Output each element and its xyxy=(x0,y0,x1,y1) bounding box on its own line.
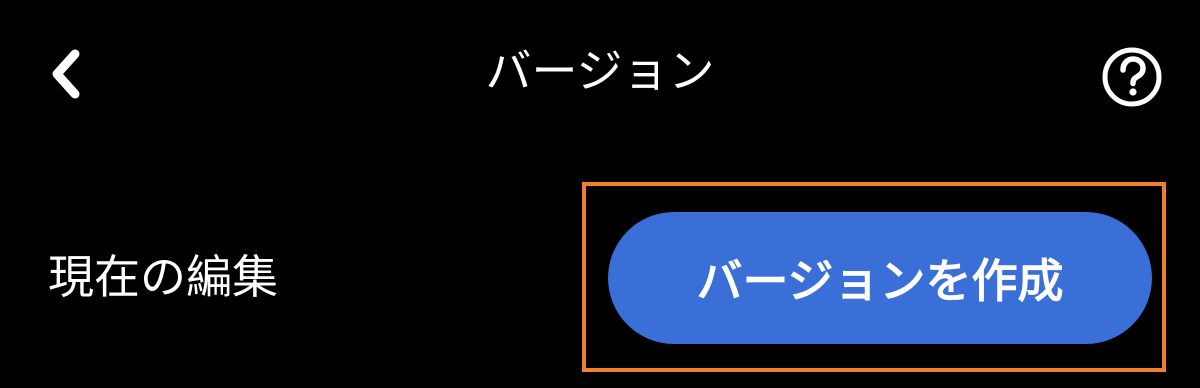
create-version-button[interactable]: バージョンを作成 xyxy=(608,212,1152,344)
help-button[interactable] xyxy=(1100,45,1164,109)
top-bar: バージョン xyxy=(0,0,1200,150)
current-edit-label: 現在の編集 xyxy=(48,250,278,304)
current-edit-row: 現在の編集 バージョンを作成 xyxy=(0,180,1200,380)
question-circle-icon xyxy=(1102,47,1162,107)
back-button[interactable] xyxy=(40,44,90,104)
page-title: バージョン xyxy=(485,44,715,98)
chevron-left-icon xyxy=(52,49,80,99)
